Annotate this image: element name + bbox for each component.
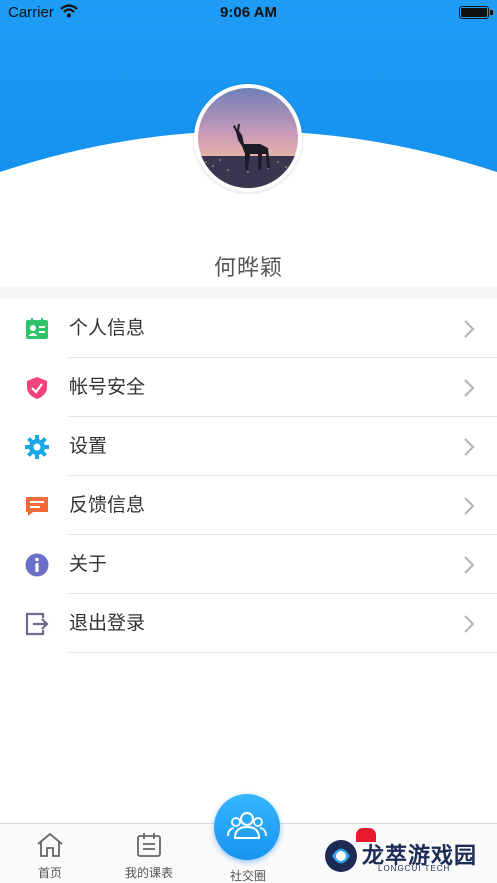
group-icon <box>227 812 267 839</box>
message-icon <box>26 497 48 516</box>
menu-item-about[interactable]: 关于 <box>0 535 497 594</box>
tab-label: 我的课表 <box>124 866 173 880</box>
section-divider <box>0 287 497 299</box>
menu-item-logout[interactable]: 退出登录 <box>0 594 497 653</box>
chevron-right-icon <box>464 320 475 338</box>
social-circle-button[interactable] <box>214 794 280 860</box>
calendar-icon <box>137 833 161 857</box>
settings-menu: 个人信息 帐号安全 设置 反馈信息 关于 退出登录 <box>0 299 497 653</box>
chevron-right-icon <box>464 379 475 397</box>
menu-item-settings[interactable]: 设置 <box>0 417 497 476</box>
watermark-logo: 龙萃游戏园 LONGCUI TECH <box>322 834 492 880</box>
chevron-right-icon <box>464 615 475 633</box>
watermark-subtext: LONGCUI TECH <box>378 864 451 873</box>
tab-social-label: 社交圈 <box>229 869 266 883</box>
chevron-right-icon <box>464 438 475 456</box>
menu-item-account-security[interactable]: 帐号安全 <box>0 358 497 417</box>
logout-icon <box>25 612 49 636</box>
status-bar: Carrier 9:06 AM <box>0 0 497 26</box>
status-time: 9:06 AM <box>220 4 277 21</box>
logo-icon <box>325 840 357 872</box>
chevron-right-icon <box>464 497 475 515</box>
menu-item-label: 设置 <box>69 436 108 457</box>
chevron-right-icon <box>464 556 475 574</box>
home-icon <box>37 832 63 857</box>
tab-label: 首页 <box>37 866 62 880</box>
avatar-image <box>198 88 298 188</box>
tab-schedule[interactable]: 我的课表 <box>109 832 189 881</box>
profile-header: Carrier 9:06 AM 何晔颖 <box>0 0 497 290</box>
id-card-icon <box>26 318 48 339</box>
menu-item-personal-info[interactable]: 个人信息 <box>0 299 497 358</box>
menu-item-label: 反馈信息 <box>69 495 146 516</box>
avatar[interactable] <box>194 84 302 192</box>
menu-item-label: 退出登录 <box>69 613 146 634</box>
tab-home[interactable]: 首页 <box>10 832 90 881</box>
battery-icon <box>459 6 489 19</box>
gear-icon <box>25 435 49 459</box>
menu-item-label: 个人信息 <box>69 318 146 339</box>
shield-check-icon <box>27 377 47 399</box>
menu-item-feedback[interactable]: 反馈信息 <box>0 476 497 535</box>
info-icon <box>25 553 49 577</box>
menu-item-label: 帐号安全 <box>69 377 146 398</box>
menu-item-label: 关于 <box>69 554 108 575</box>
username: 何晔颖 <box>213 255 283 280</box>
